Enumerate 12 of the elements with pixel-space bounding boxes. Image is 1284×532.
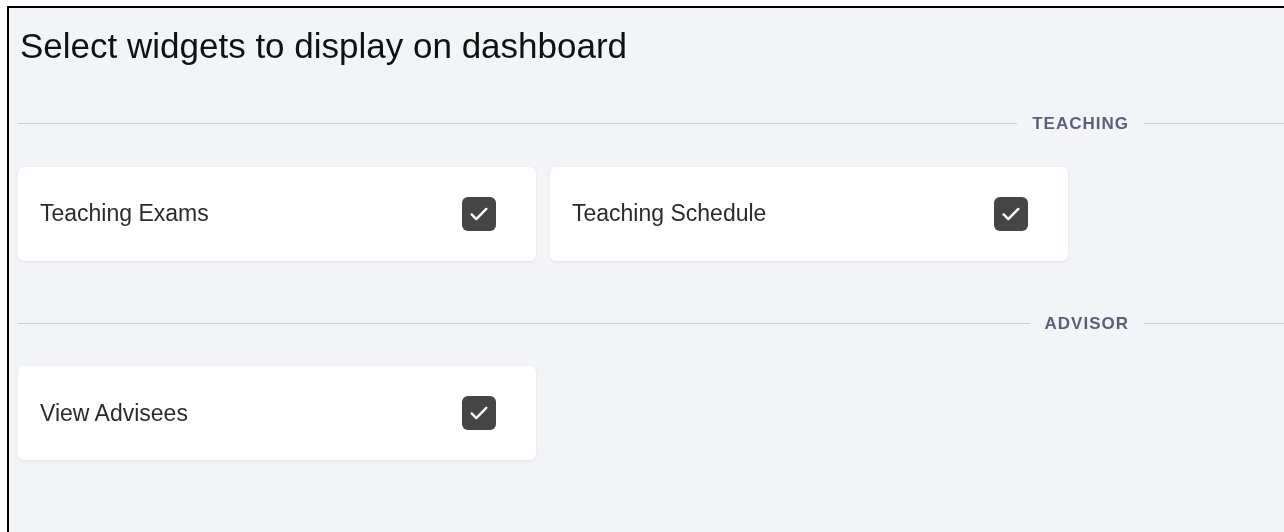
checkbox[interactable] <box>462 196 496 231</box>
checkbox[interactable] <box>994 196 1028 231</box>
widget-card[interactable]: View Advisees <box>18 366 536 460</box>
section-label: TEACHING <box>1031 113 1130 135</box>
widget-label: Teaching Exams <box>40 199 209 229</box>
widget-label: Teaching Schedule <box>572 199 767 229</box>
widget-card[interactable]: Teaching Exams <box>18 166 536 261</box>
widget-label: View Advisees <box>40 398 188 428</box>
section-label: ADVISOR <box>1043 312 1130 335</box>
widget-card[interactable]: Teaching Schedule <box>550 166 1068 261</box>
page-title: Select widgets to display on dashboard <box>20 25 629 63</box>
checkbox[interactable] <box>462 396 496 430</box>
